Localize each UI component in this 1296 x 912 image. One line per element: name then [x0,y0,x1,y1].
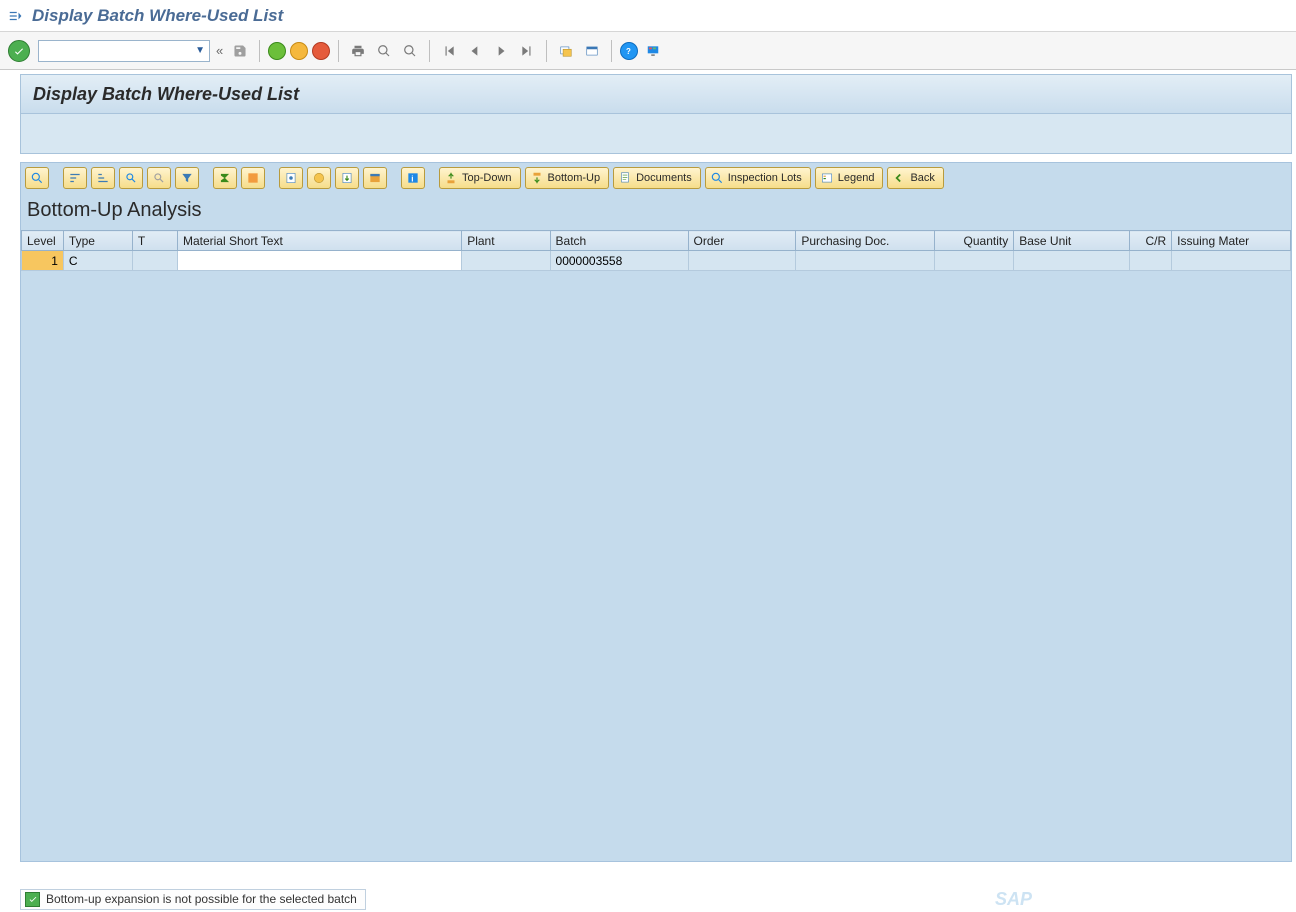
app-toolbar: i Top-Down Bottom-Up Documents Inspectio… [21,163,1291,193]
col-cr[interactable]: C/R [1130,231,1172,251]
information-icon[interactable]: i [401,167,425,189]
command-input[interactable]: ▼ [38,40,210,62]
cell-issuing-material [1172,251,1291,271]
status-bar: Bottom-up expansion is not possible for … [20,886,1292,912]
separator [338,40,339,62]
dropdown-arrow-icon[interactable]: ▼ [195,45,205,56]
new-session-icon[interactable] [555,40,577,62]
choose-layout-icon[interactable] [363,167,387,189]
col-material-text[interactable]: Material Short Text [177,231,461,251]
col-quantity[interactable]: Quantity [935,231,1014,251]
cell-order [688,251,796,271]
cell-quantity [935,251,1014,271]
cell-base-unit [1014,251,1130,271]
col-purchasing-doc[interactable]: Purchasing Doc. [796,231,935,251]
cell-purchasing-doc [796,251,935,271]
inspection-lots-button[interactable]: Inspection Lots [705,167,811,189]
find-next-icon[interactable] [399,40,421,62]
window-titlebar: Display Batch Where-Used List [0,0,1296,32]
status-message: Bottom-up expansion is not possible for … [46,892,357,906]
status-success-icon [25,892,40,907]
cell-t [132,251,177,271]
print-icon[interactable] [347,40,369,62]
enter-icon[interactable] [8,40,30,62]
sort-asc-icon[interactable] [63,167,87,189]
cell-plant [462,251,550,271]
cell-batch: 0000003558 [550,251,688,271]
separator [259,40,260,62]
back-button[interactable]: Back [887,167,943,189]
bottom-up-button[interactable]: Bottom-Up [525,167,610,189]
table-row[interactable]: 1 C 0000003558 [22,251,1291,271]
print-preview-icon[interactable] [279,167,303,189]
next-page-icon[interactable] [490,40,512,62]
page-subheader [20,114,1292,154]
window-title: Display Batch Where-Used List [32,6,283,26]
table-header-row: Level Type T Material Short Text Plant B… [22,231,1291,251]
col-order[interactable]: Order [688,231,796,251]
separator [611,40,612,62]
legend-button[interactable]: Legend [815,167,884,189]
filter-icon[interactable] [175,167,199,189]
col-level[interactable]: Level [22,231,64,251]
col-type[interactable]: Type [63,231,132,251]
result-table: Level Type T Material Short Text Plant B… [21,230,1291,271]
details-icon[interactable] [25,167,49,189]
cancel-icon[interactable] [312,42,330,60]
back-label: Back [910,172,934,184]
prev-page-icon[interactable] [464,40,486,62]
subtotal-icon[interactable] [241,167,265,189]
total-icon[interactable] [213,167,237,189]
inspection-lots-label: Inspection Lots [728,172,802,184]
save-icon[interactable] [229,40,251,62]
legend-label: Legend [838,172,875,184]
svg-text:?: ? [626,47,631,56]
cell-level: 1 [22,251,64,271]
help-icon[interactable]: ? [620,42,638,60]
top-down-label: Top-Down [462,172,512,184]
documents-button[interactable]: Documents [613,167,701,189]
app-area: i Top-Down Bottom-Up Documents Inspectio… [20,162,1292,862]
last-page-icon[interactable] [516,40,538,62]
svg-text:i: i [411,175,413,184]
find-next-in-list-icon[interactable] [147,167,171,189]
first-page-icon[interactable] [438,40,460,62]
collapse-icon[interactable]: « [214,43,225,58]
find-icon[interactable] [373,40,395,62]
cell-cr [1130,251,1172,271]
sap-logo: SAP [995,889,1032,910]
separator [429,40,430,62]
separator [546,40,547,62]
cell-type: C [63,251,132,271]
col-issuing-material[interactable]: Issuing Mater [1172,231,1291,251]
find-in-list-icon[interactable] [119,167,143,189]
bottom-up-label: Bottom-Up [548,172,601,184]
views-icon[interactable] [307,167,331,189]
menu-icon[interactable] [6,7,24,25]
page-title: Display Batch Where-Used List [33,84,299,105]
status-message-box[interactable]: Bottom-up expansion is not possible for … [20,889,366,910]
col-batch[interactable]: Batch [550,231,688,251]
page-header: Display Batch Where-Used List [20,74,1292,114]
customize-layout-icon[interactable] [642,40,664,62]
cell-material-text [177,251,461,271]
system-toolbar: ▼ « ? [0,32,1296,70]
top-down-button[interactable]: Top-Down [439,167,521,189]
documents-label: Documents [636,172,692,184]
layout-icon[interactable] [581,40,603,62]
analysis-title: Bottom-Up Analysis [21,193,1291,230]
col-plant[interactable]: Plant [462,231,550,251]
col-base-unit[interactable]: Base Unit [1014,231,1130,251]
exit-icon[interactable] [290,42,308,60]
back-icon[interactable] [268,42,286,60]
col-t[interactable]: T [132,231,177,251]
export-icon[interactable] [335,167,359,189]
sort-desc-icon[interactable] [91,167,115,189]
